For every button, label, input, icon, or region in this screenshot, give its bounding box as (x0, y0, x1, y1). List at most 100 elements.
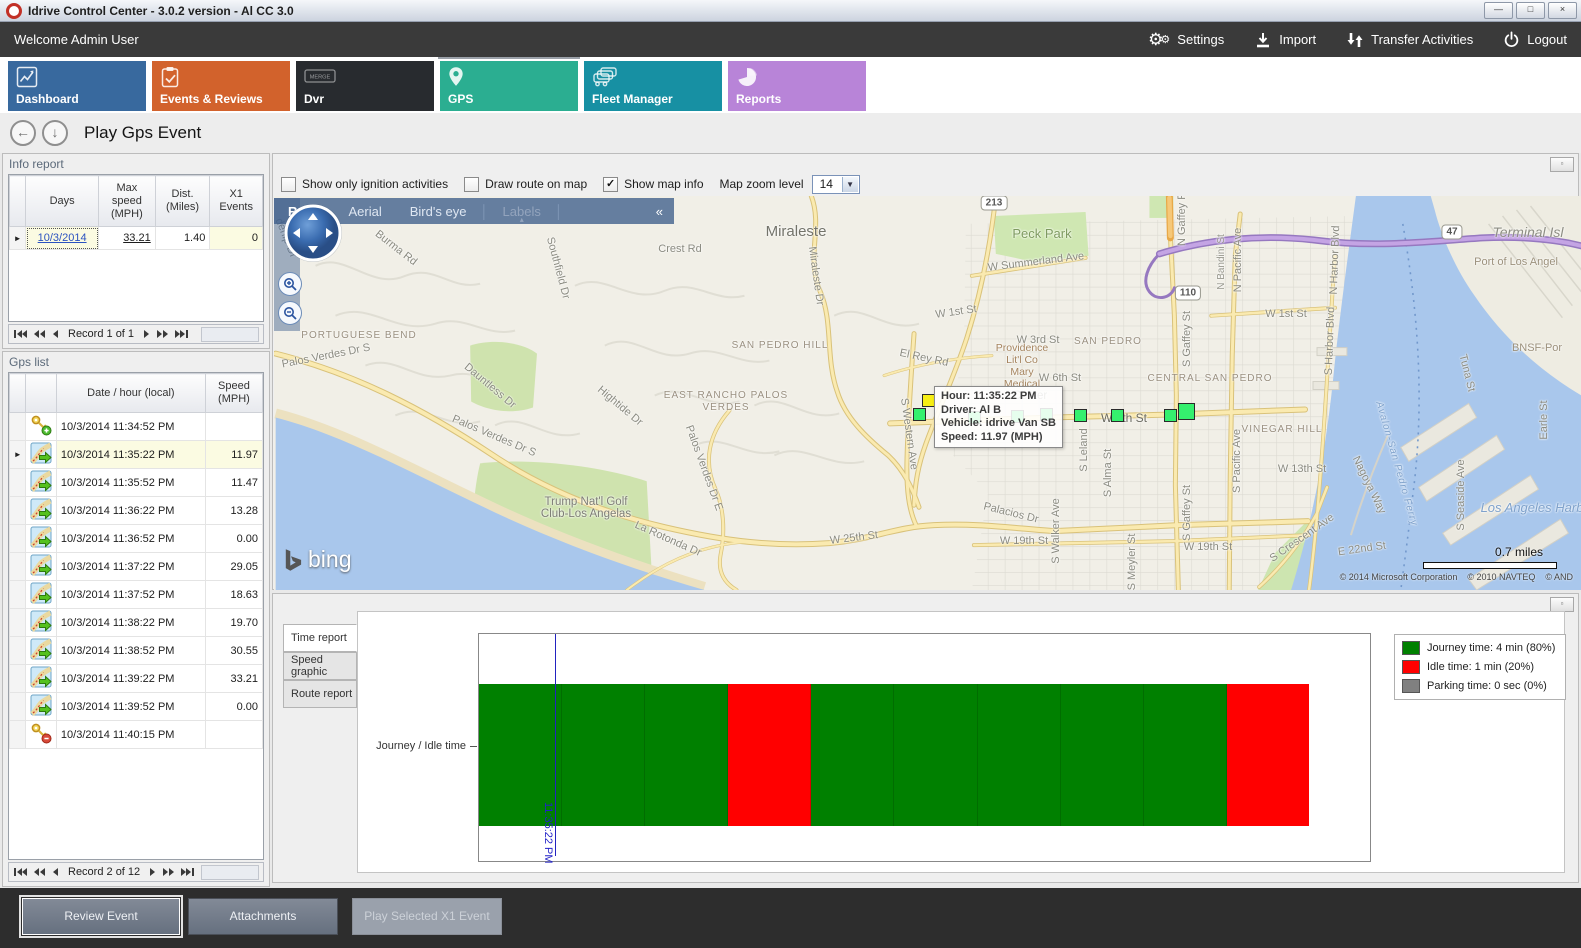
days-cell[interactable]: 10/3/2014 (26, 227, 99, 250)
dist-cell: 1.40 (155, 227, 210, 250)
date-cell[interactable]: 10/3/2014 11:34:52 PM (56, 413, 205, 441)
first-page-button[interactable] (13, 329, 28, 339)
minimize-icon[interactable]: — (1484, 2, 1513, 19)
prev-page-page-button[interactable] (33, 329, 46, 339)
map-attribution: © 2014 Microsoft Corporation © 2010 NAVT… (1340, 572, 1573, 582)
tab-events-reviews[interactable]: Events & Reviews (152, 61, 290, 111)
gps-row[interactable]: 10/3/2014 11:36:22 PM13.28 (10, 497, 263, 525)
date-cell[interactable]: 10/3/2014 11:38:52 PM (56, 637, 205, 665)
tab-fleet-manager[interactable]: Fleet Manager (584, 61, 722, 111)
max-speed-link[interactable]: 33.21 (123, 232, 151, 244)
tab-route-report[interactable]: Route report (283, 680, 357, 708)
gps-row[interactable]: 10/3/2014 11:39:52 PM0.00 (10, 693, 263, 721)
legend-label: Journey time: 4 min (80%) (1427, 642, 1555, 654)
topbar-actions: ⚙⚙Settings Import Transfer Activities Logou… (1148, 31, 1567, 49)
map-panel-collapse-icon[interactable]: ▫ (1550, 157, 1574, 172)
gps-row[interactable]: ►10/3/2014 11:35:22 PM11.97 (10, 441, 263, 469)
tab-gps[interactable]: GPS (440, 61, 578, 111)
checkbox-show-only-ignition-activities[interactable] (281, 177, 296, 192)
prev-page-button[interactable] (51, 329, 59, 339)
legend-swatch (1402, 660, 1420, 674)
close-icon[interactable]: × (1548, 2, 1577, 19)
day-link[interactable]: 10/3/2014 (38, 232, 87, 244)
gps-point-marker[interactable] (1164, 409, 1177, 422)
map-view-aerial[interactable]: Aerial (349, 204, 382, 219)
gps-row[interactable]: 10/3/2014 11:40:15 PM (10, 721, 263, 749)
map-compass-control[interactable] (282, 202, 344, 267)
gps-point-marker[interactable] (1111, 409, 1124, 422)
prev-page-page-button[interactable] (33, 867, 46, 877)
gps-row[interactable]: 10/3/2014 11:34:52 PM (10, 413, 263, 441)
next-page-page-button[interactable] (156, 329, 169, 339)
next-page-button[interactable] (143, 329, 151, 339)
gps-row[interactable]: 10/3/2014 11:38:52 PM30.55 (10, 637, 263, 665)
map-view-bird-s-eye[interactable]: Bird's eye (410, 204, 467, 219)
selected-gps-point-marker[interactable] (922, 394, 935, 407)
transfer-activities-button[interactable]: Transfer Activities (1346, 31, 1473, 49)
table-row[interactable]: ►10/3/201433.211.400 (10, 227, 263, 250)
prev-page-button[interactable] (51, 867, 59, 877)
pager-scrollbar[interactable] (201, 865, 259, 880)
chart-axis-tick (470, 746, 477, 747)
back-arrow-button[interactable]: ← (10, 120, 36, 146)
tooltip-line: Hour: 11:35:22 PM (941, 390, 1056, 404)
gps-row[interactable]: 10/3/2014 11:37:22 PM29.05 (10, 553, 263, 581)
checkbox-draw-route-on-map[interactable] (464, 177, 479, 192)
date-cell[interactable]: 10/3/2014 11:37:52 PM (56, 581, 205, 609)
app-icon (6, 3, 22, 19)
gps-row[interactable]: 10/3/2014 11:36:52 PM0.00 (10, 525, 263, 553)
maximize-icon[interactable]: □ (1516, 2, 1545, 19)
gps-row[interactable]: 10/3/2014 11:39:22 PM33.21 (10, 665, 263, 693)
import-button[interactable]: Import (1254, 31, 1316, 49)
tooltip-line: Speed: 11.97 (MPH) (941, 431, 1056, 445)
zoom-out-icon[interactable] (278, 301, 302, 325)
tab-reports[interactable]: Reports (728, 61, 866, 111)
map-view-labels[interactable]: Labels (503, 204, 541, 219)
map-scale-text: 0.7 miles (1495, 545, 1543, 559)
next-page-page-button[interactable] (162, 867, 175, 877)
settings-button[interactable]: ⚙⚙Settings (1148, 31, 1224, 48)
bing-map[interactable]: derlip DrBurma RdCrest RdMiralesteSouthf… (274, 196, 1581, 590)
last-page-button[interactable] (180, 867, 195, 877)
gps-row[interactable]: 10/3/2014 11:38:22 PM19.70 (10, 609, 263, 637)
tab-dvr[interactable]: MERGEDvr (296, 61, 434, 111)
map-zoom-level-select[interactable]: 14▼ (812, 175, 860, 194)
gps-row[interactable]: 10/3/2014 11:35:52 PM11.47 (10, 469, 263, 497)
first-page-button[interactable] (13, 867, 28, 877)
review-event-button[interactable]: Review Event (22, 898, 180, 935)
chevron-down-icon: ▼ (842, 177, 858, 192)
date-cell[interactable]: 10/3/2014 11:39:52 PM (56, 693, 205, 721)
gps-point-marker[interactable] (1074, 409, 1087, 422)
logout-button[interactable]: Logout (1503, 31, 1567, 48)
attachments-button[interactable]: Attachments (188, 898, 338, 935)
gps-point-tooltip: Hour: 11:35:22 PMDriver: Al BVehicle: id… (934, 386, 1063, 448)
dvr-icon: MERGE (304, 66, 336, 89)
date-cell[interactable]: 10/3/2014 11:35:22 PM (56, 441, 205, 469)
next-page-button[interactable] (149, 867, 157, 877)
max-speed-cell[interactable]: 33.21 (99, 227, 156, 250)
checkbox-show-map-info[interactable]: ✓ (603, 177, 618, 192)
tab-dashboard[interactable]: Dashboard (8, 61, 146, 111)
last-page-button[interactable] (174, 329, 189, 339)
chart-panel-collapse-icon[interactable]: ▫ (1550, 597, 1574, 612)
window-titlebar[interactable]: Idrive Control Center - 3.0.2 version - … (0, 0, 1581, 22)
date-cell[interactable]: 10/3/2014 11:36:22 PM (56, 497, 205, 525)
zoom-in-icon[interactable] (278, 272, 302, 296)
speed-cell (205, 721, 262, 749)
date-cell[interactable]: 10/3/2014 11:38:22 PM (56, 609, 205, 637)
tab-time-report[interactable]: Time report (283, 624, 357, 652)
gps-point-marker[interactable] (913, 408, 926, 421)
date-cell[interactable]: 10/3/2014 11:36:52 PM (56, 525, 205, 553)
down-arrow-button[interactable]: ↓ (42, 120, 68, 146)
date-cell[interactable]: 10/3/2014 11:39:22 PM (56, 665, 205, 693)
gps-row[interactable]: 10/3/2014 11:37:52 PM18.63 (10, 581, 263, 609)
x1-events-cell: 0 (210, 227, 263, 250)
date-cell[interactable]: 10/3/2014 11:37:22 PM (56, 553, 205, 581)
tab-speed-graphic[interactable]: Speed graphic (283, 652, 357, 680)
toolbar-collapse-icon[interactable]: « (656, 204, 662, 219)
pager-scrollbar[interactable] (201, 327, 259, 342)
gps-point-marker[interactable] (1178, 403, 1195, 420)
time-chart: Journey / Idle time 11:35:22 PM Journey … (357, 611, 1565, 873)
date-cell[interactable]: 10/3/2014 11:40:15 PM (56, 721, 205, 749)
date-cell[interactable]: 10/3/2014 11:35:52 PM (56, 469, 205, 497)
